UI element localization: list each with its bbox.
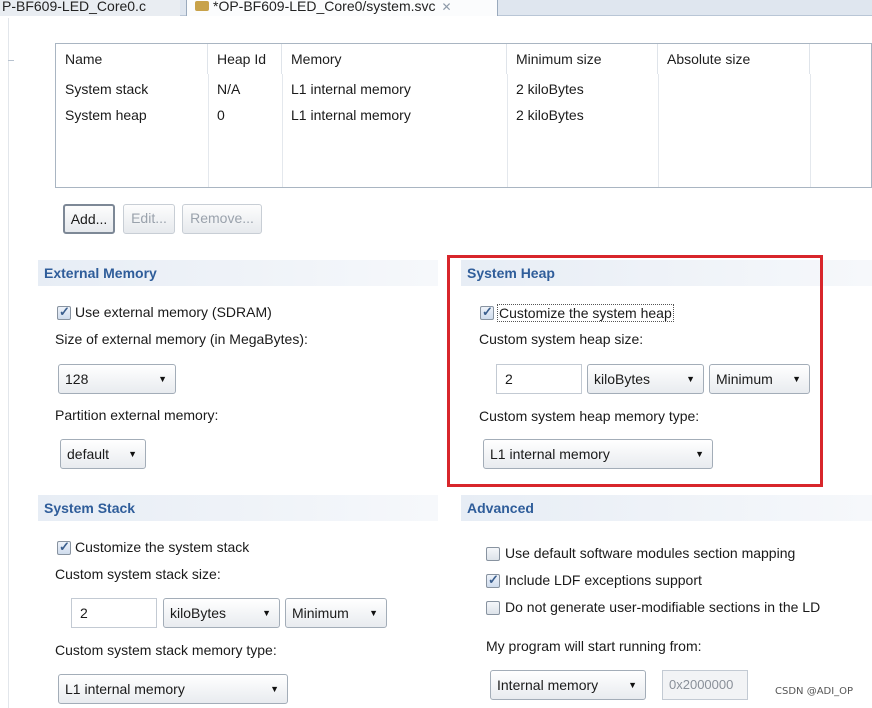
program-start-label: My program will start running from:	[486, 638, 702, 654]
table-row[interactable]: System heap 0 L1 internal memory 2 kiloB…	[56, 102, 871, 128]
default-sw-modules-checkbox[interactable]	[486, 547, 500, 561]
use-external-memory-checkbox[interactable]: ✓	[57, 304, 71, 320]
cell-memory: L1 internal memory	[291, 81, 411, 97]
column-header-memory[interactable]: Memory	[282, 44, 507, 74]
cell-name: System heap	[65, 107, 147, 123]
config-file-icon	[195, 1, 209, 11]
left-border	[8, 18, 9, 708]
tab-core0-c[interactable]: P-BF609-LED_Core0.c	[0, 0, 180, 16]
memory-table: Name Heap Id Memory Minimum size Absolut…	[55, 43, 872, 188]
system-stack-unit-select[interactable]: kiloBytes ▼	[163, 598, 280, 628]
left-border-tick	[8, 60, 14, 61]
dropdown-arrow-icon: ▼	[369, 608, 378, 618]
customize-system-stack-checkbox[interactable]: ✓	[57, 539, 71, 555]
column-header-absolute-size[interactable]: Absolute size	[658, 44, 810, 74]
select-value: L1 internal memory	[65, 681, 185, 697]
cell-minimum-size: 2 kiloBytes	[516, 81, 584, 97]
no-user-sections-checkbox[interactable]	[486, 601, 500, 615]
dropdown-arrow-icon: ▼	[158, 374, 167, 384]
ldf-exceptions-label: Include LDF exceptions support	[505, 572, 702, 588]
program-start-address-field: 0x2000000	[662, 670, 748, 700]
default-sw-modules-label: Use default software modules section map…	[505, 545, 796, 561]
customize-system-stack-label: Customize the system stack	[75, 539, 250, 555]
tab-label: *OP-BF609-LED_Core0/system.svc	[213, 0, 436, 14]
column-header-name[interactable]: Name	[56, 44, 208, 74]
select-value: Minimum	[292, 605, 349, 621]
check-mark-icon: ✓	[59, 304, 70, 319]
edit-button[interactable]: Edit...	[123, 204, 175, 234]
dropdown-arrow-icon: ▼	[270, 684, 279, 694]
column-header-minimum-size[interactable]: Minimum size	[507, 44, 658, 74]
table-row[interactable]: System stack N/A L1 internal memory 2 ki…	[56, 76, 871, 102]
partition-external-memory-select[interactable]: default ▼	[60, 439, 146, 469]
select-value: default	[67, 446, 110, 462]
tab-system-svc[interactable]: *OP-BF609-LED_Core0/system.svc ✕	[186, 0, 498, 16]
use-external-memory-label: Use external memory (SDRAM)	[75, 304, 272, 320]
select-value: kiloBytes	[170, 605, 227, 621]
ldf-exceptions-checkbox[interactable]: ✓	[486, 572, 500, 588]
select-value: 128	[65, 371, 89, 387]
close-icon[interactable]: ✕	[442, 0, 452, 14]
cell-memory: L1 internal memory	[291, 107, 411, 123]
add-button[interactable]: Add...	[63, 204, 115, 234]
tab-label: P-BF609-LED_Core0.c	[2, 0, 146, 14]
system-stack-mode-select[interactable]: Minimum ▼	[285, 598, 387, 628]
external-memory-size-select[interactable]: 128 ▼	[58, 364, 176, 394]
no-user-sections-label: Do not generate user-modifiable sections…	[505, 599, 821, 615]
highlight-box	[447, 255, 823, 487]
system-stack-memory-type-select[interactable]: L1 internal memory ▼	[58, 674, 288, 704]
dropdown-arrow-icon: ▼	[128, 449, 137, 459]
dropdown-arrow-icon: ▼	[628, 680, 637, 690]
system-stack-size-label: Custom system stack size:	[55, 566, 221, 582]
system-stack-size-input[interactable]: 2	[71, 598, 157, 628]
cell-heap-id: 0	[217, 107, 225, 123]
program-start-select[interactable]: Internal memory ▼	[490, 670, 646, 700]
cell-heap-id: N/A	[217, 81, 241, 97]
external-memory-size-label: Size of external memory (in MegaBytes):	[55, 331, 308, 347]
cell-absolute-size	[658, 76, 667, 102]
section-header-advanced: Advanced	[461, 495, 872, 521]
remove-button[interactable]: Remove...	[182, 204, 262, 234]
watermark: CSDN @ADI_OP	[775, 686, 854, 697]
system-stack-memory-type-label: Custom system stack memory type:	[55, 642, 277, 658]
cell-minimum-size: 2 kiloBytes	[516, 107, 584, 123]
cell-absolute-size	[658, 102, 667, 128]
dropdown-arrow-icon: ▼	[262, 608, 271, 618]
section-header-system-stack: System Stack	[38, 495, 438, 521]
select-value: Internal memory	[497, 677, 599, 693]
check-mark-icon: ✓	[488, 572, 499, 587]
check-mark-icon: ✓	[59, 539, 70, 554]
section-header-external-memory: External Memory	[38, 260, 438, 286]
cell-name: System stack	[65, 81, 149, 97]
partition-external-memory-label: Partition external memory:	[55, 407, 219, 423]
column-header-heap-id[interactable]: Heap Id	[208, 44, 282, 74]
